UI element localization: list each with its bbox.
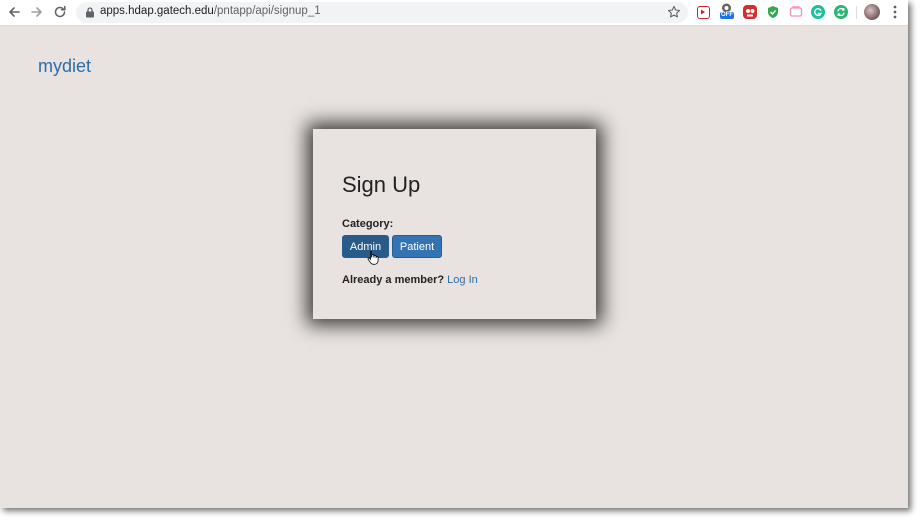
address-bar[interactable]: apps.hdap.gatech.edu/pntapp/api/signup_1 bbox=[76, 2, 688, 23]
shield-ext-icon[interactable] bbox=[766, 5, 780, 19]
grammarly-icon[interactable] bbox=[811, 5, 825, 19]
ext-off-label: OFF bbox=[720, 12, 734, 19]
member-prompt-row: Already a member? Log In bbox=[342, 274, 478, 286]
more-menu-icon[interactable] bbox=[889, 4, 901, 20]
member-prompt-text: Already a member? bbox=[342, 274, 445, 286]
url-text[interactable]: apps.hdap.gatech.edu/pntapp/api/signup_1 bbox=[100, 5, 321, 17]
lock-icon[interactable] bbox=[85, 7, 95, 18]
category-label: Category: bbox=[342, 218, 394, 230]
pink-ext-icon[interactable] bbox=[789, 5, 803, 19]
profile-avatar[interactable] bbox=[864, 4, 880, 20]
browser-window: apps.hdap.gatech.edu/pntapp/api/signup_1… bbox=[0, 0, 908, 508]
back-icon[interactable] bbox=[5, 3, 23, 21]
bookmark-star-icon[interactable] bbox=[667, 5, 681, 19]
reload-icon[interactable] bbox=[51, 3, 69, 21]
off-toggle-ext-icon[interactable]: OFF bbox=[719, 3, 734, 21]
url-path: /pntapp/api/signup_1 bbox=[213, 5, 321, 17]
admin-button[interactable]: Admin bbox=[342, 235, 389, 258]
url-host: apps.hdap.gatech.edu bbox=[100, 5, 214, 17]
signup-card: Sign Up Category: Admin Patient Already … bbox=[313, 129, 596, 319]
brand-link[interactable]: mydiet bbox=[38, 56, 91, 77]
page-title: Sign Up bbox=[342, 172, 421, 197]
video-ext-icon[interactable] bbox=[697, 6, 710, 19]
toolbar-divider bbox=[856, 6, 857, 19]
login-link[interactable]: Log In bbox=[447, 274, 478, 286]
patient-button[interactable]: Patient bbox=[392, 235, 442, 258]
browser-toolbar: apps.hdap.gatech.edu/pntapp/api/signup_1… bbox=[0, 0, 908, 26]
sync-ext-icon[interactable] bbox=[834, 5, 848, 19]
forward-icon[interactable] bbox=[28, 3, 46, 21]
red-robot-ext-icon[interactable] bbox=[743, 5, 757, 19]
